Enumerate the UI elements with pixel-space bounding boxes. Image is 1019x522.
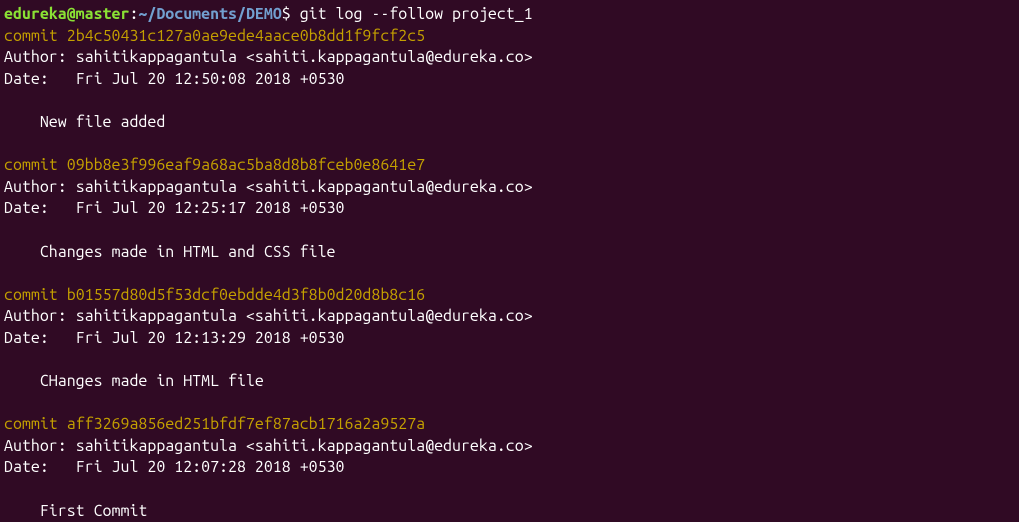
author-value: sahitikappagantula <sahiti.kappagantula@… — [76, 48, 533, 66]
commit-hash: aff3269a856ed251bfdf7ef87acb1716a2a9527a — [67, 415, 425, 433]
date-label: Date: — [4, 329, 76, 347]
commit-message: First Commit — [4, 502, 147, 520]
prompt-user-host: edureka@master — [4, 5, 129, 23]
prompt-path: ~/Documents/DEMO — [138, 5, 281, 23]
date-label: Date: — [4, 70, 76, 88]
commit-hash: 09bb8e3f996eaf9a68ac5ba8d8b8fceb0e8641e7 — [67, 156, 425, 174]
author-value: sahitikappagantula <sahiti.kappagantula@… — [76, 307, 533, 325]
commit-label: commit — [4, 156, 67, 174]
author-label: Author: — [4, 307, 76, 325]
commit-label: commit — [4, 415, 67, 433]
command-text: git log --follow project_1 — [300, 5, 533, 23]
date-value: Fri Jul 20 12:25:17 2018 +0530 — [76, 199, 345, 217]
author-value: sahitikappagantula <sahiti.kappagantula@… — [76, 437, 533, 455]
author-label: Author: — [4, 178, 76, 196]
prompt-dollar: $ — [282, 5, 300, 23]
commit-message: CHanges made in HTML file — [4, 372, 264, 390]
date-value: Fri Jul 20 12:07:28 2018 +0530 — [76, 458, 345, 476]
date-label: Date: — [4, 199, 76, 217]
author-label: Author: — [4, 48, 76, 66]
date-value: Fri Jul 20 12:50:08 2018 +0530 — [76, 70, 345, 88]
date-label: Date: — [4, 458, 76, 476]
author-label: Author: — [4, 437, 76, 455]
commit-label: commit — [4, 286, 67, 304]
commit-message: New file added — [4, 113, 165, 131]
commit-message: Changes made in HTML and CSS file — [4, 243, 336, 261]
commit-hash: 2b4c50431c127a0ae9ede4aace0b8dd1f9fcf2c5 — [67, 27, 425, 45]
commit-hash: b01557d80d5f53dcf0ebdde4d3f8b0d20d8b8c16 — [67, 286, 425, 304]
commit-label: commit — [4, 27, 67, 45]
terminal-output[interactable]: edureka@master:~/Documents/DEMO$ git log… — [4, 4, 1015, 522]
date-value: Fri Jul 20 12:13:29 2018 +0530 — [76, 329, 345, 347]
author-value: sahitikappagantula <sahiti.kappagantula@… — [76, 178, 533, 196]
